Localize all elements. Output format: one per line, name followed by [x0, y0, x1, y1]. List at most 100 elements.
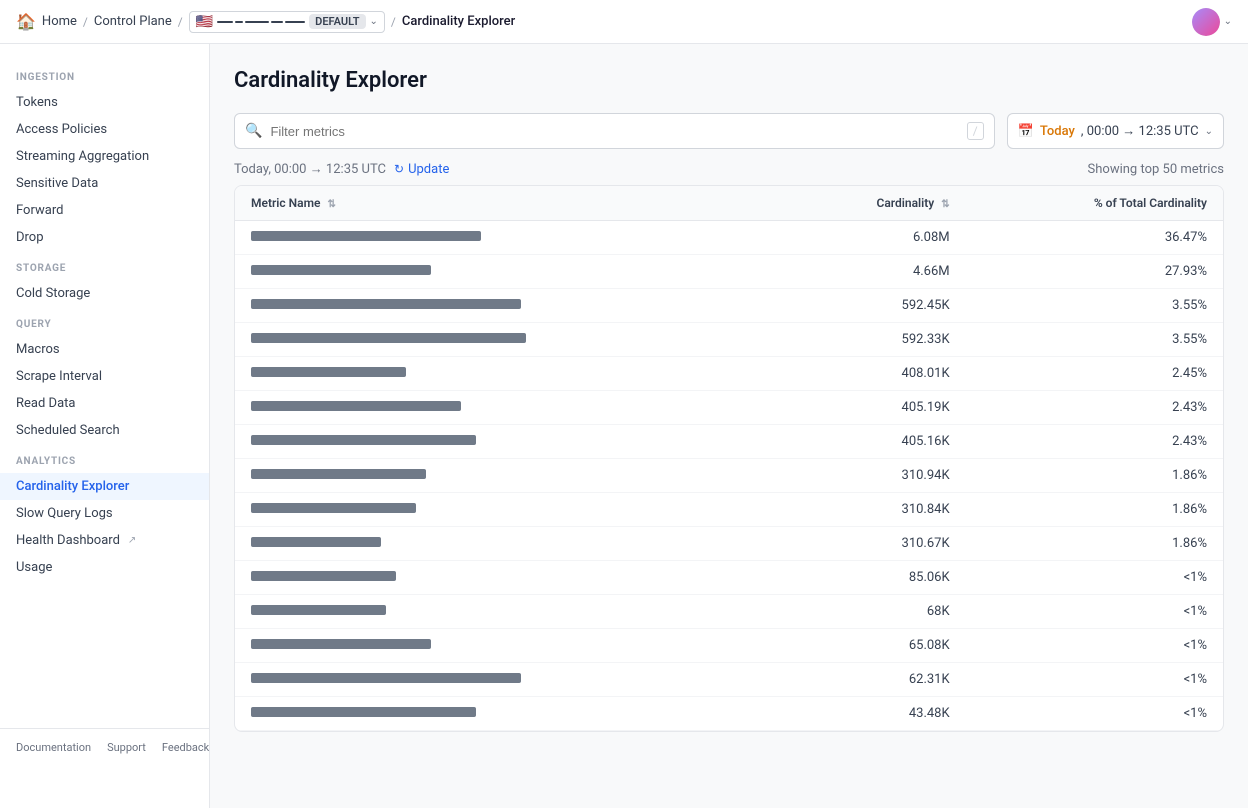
metric-name-cell	[235, 255, 779, 289]
table-row[interactable]: 62.31K<1%	[235, 663, 1223, 697]
col-pct-label: % of Total Cardinality	[1094, 196, 1207, 210]
pct-cell: 2.43%	[966, 391, 1223, 425]
sidebar-item-access-policies[interactable]: Access Policies	[0, 116, 209, 143]
metric-name-redacted	[251, 265, 431, 275]
update-button[interactable]: ↻ Update	[394, 162, 449, 177]
sidebar-item-health-dashboard[interactable]: Health Dashboard↗	[0, 527, 209, 554]
pct-cell: <1%	[966, 595, 1223, 629]
metric-name-cell	[235, 221, 779, 255]
sidebar-item-drop[interactable]: Drop	[0, 224, 209, 251]
pct-cell: <1%	[966, 663, 1223, 697]
sidebar-item-cold-storage[interactable]: Cold Storage	[0, 280, 209, 307]
footer-link-feedback[interactable]: Feedback	[162, 741, 209, 780]
sidebar-item-usage[interactable]: Usage	[0, 554, 209, 581]
external-link-icon: ↗	[128, 535, 136, 546]
avatar-chevron-icon[interactable]: ⌄	[1224, 16, 1232, 27]
cardinality-cell: 310.94K	[779, 459, 965, 493]
info-bar: Today, 00:00 → 12:35 UTC ↻ Update Showin…	[234, 161, 1224, 177]
home-link[interactable]: Home	[42, 14, 77, 29]
sidebar-item-macros[interactable]: Macros	[0, 336, 209, 363]
nav-sep-1: /	[83, 15, 88, 29]
cardinality-cell: 405.19K	[779, 391, 965, 425]
info-bar-left: Today, 00:00 → 12:35 UTC ↻ Update	[234, 161, 449, 177]
col-metric-name[interactable]: Metric Name ⇅	[235, 186, 779, 221]
page-title: Cardinality Explorer	[234, 68, 1224, 93]
cardinality-cell: 43.48K	[779, 697, 965, 731]
metric-name-cell	[235, 323, 779, 357]
metric-name-cell	[235, 595, 779, 629]
metric-name-redacted	[251, 435, 476, 445]
table-row[interactable]: 68K<1%	[235, 595, 1223, 629]
env-selector[interactable]: 🇺🇸 DEFAULT ⌄	[189, 11, 385, 33]
update-label: Update	[408, 162, 449, 177]
metric-name-cell	[235, 629, 779, 663]
calendar-icon: 📅	[1018, 124, 1034, 139]
metric-name-redacted	[251, 367, 406, 377]
table-row[interactable]: 310.94K1.86%	[235, 459, 1223, 493]
current-page-label: Cardinality Explorer	[402, 14, 515, 29]
sidebar-item-scheduled-search[interactable]: Scheduled Search	[0, 417, 209, 444]
table-row[interactable]: 405.16K2.43%	[235, 425, 1223, 459]
sidebar-item-slow-query-logs[interactable]: Slow Query Logs	[0, 500, 209, 527]
search-icon: 🔍	[245, 123, 262, 139]
table-row[interactable]: 4.66M27.93%	[235, 255, 1223, 289]
table-row[interactable]: 310.84K1.86%	[235, 493, 1223, 527]
table-row[interactable]: 405.19K2.43%	[235, 391, 1223, 425]
sidebar-item-streaming-aggregation[interactable]: Streaming Aggregation	[0, 143, 209, 170]
sidebar-item-cardinality-explorer[interactable]: Cardinality Explorer	[0, 473, 209, 500]
metric-name-cell	[235, 357, 779, 391]
sidebar-item-scrape-interval[interactable]: Scrape Interval	[0, 363, 209, 390]
today-label: Today	[1040, 124, 1075, 139]
metric-name-redacted	[251, 673, 521, 683]
metric-name-cell	[235, 459, 779, 493]
table-row[interactable]: 310.67K1.86%	[235, 527, 1223, 561]
table-row[interactable]: 85.06K<1%	[235, 561, 1223, 595]
metric-name-redacted	[251, 639, 431, 649]
filter-input[interactable]	[270, 124, 958, 139]
sidebar-item-forward[interactable]: Forward	[0, 197, 209, 224]
cardinality-cell: 68K	[779, 595, 965, 629]
avatar[interactable]	[1192, 8, 1220, 36]
pct-cell: <1%	[966, 629, 1223, 663]
sidebar-item-read-data[interactable]: Read Data	[0, 390, 209, 417]
sidebar-footer: DocumentationSupportFeedbackLicenses© 20…	[0, 728, 209, 792]
pct-cell: 3.55%	[966, 289, 1223, 323]
table-row[interactable]: 65.08K<1%	[235, 629, 1223, 663]
table-row[interactable]: 6.08M36.47%	[235, 221, 1223, 255]
date-picker[interactable]: 📅 Today , 00:00 → 12:35 UTC ⌄	[1007, 113, 1224, 149]
col-metric-name-label: Metric Name	[251, 196, 320, 210]
control-plane-link[interactable]: Control Plane	[94, 14, 172, 29]
metric-name-redacted	[251, 537, 381, 547]
col-pct-total: % of Total Cardinality	[966, 186, 1223, 221]
sidebar-section-storage: STORAGE	[0, 251, 209, 280]
footer-link-support[interactable]: Support	[107, 741, 146, 780]
table-row[interactable]: 408.01K2.45%	[235, 357, 1223, 391]
cardinality-cell: 6.08M	[779, 221, 965, 255]
cardinality-cell: 405.16K	[779, 425, 965, 459]
table-body: 6.08M36.47%4.66M27.93%592.45K3.55%592.33…	[235, 221, 1223, 731]
metric-name-cell	[235, 391, 779, 425]
pct-cell: 1.86%	[966, 527, 1223, 561]
pct-cell: 27.93%	[966, 255, 1223, 289]
col-cardinality-label: Cardinality	[877, 196, 935, 210]
table-row[interactable]: 592.33K3.55%	[235, 323, 1223, 357]
footer-link-documentation[interactable]: Documentation	[16, 741, 91, 780]
sidebar-item-tokens[interactable]: Tokens	[0, 89, 209, 116]
main-content: Cardinality Explorer 🔍 / 📅 Today , 00:00…	[210, 44, 1248, 808]
metric-name-cell	[235, 527, 779, 561]
metric-name-redacted	[251, 333, 526, 343]
sidebar-section-ingestion: INGESTION	[0, 60, 209, 89]
sidebar: INGESTIONTokensAccess PoliciesStreaming …	[0, 44, 210, 808]
sidebar-item-sensitive-data[interactable]: Sensitive Data	[0, 170, 209, 197]
range-label: Today, 00:00 → 12:35 UTC	[234, 161, 386, 177]
pct-cell: 36.47%	[966, 221, 1223, 255]
metrics-table: Metric Name ⇅ Cardinality ⇅ % of Total C…	[235, 186, 1223, 731]
metrics-table-container: Metric Name ⇅ Cardinality ⇅ % of Total C…	[234, 185, 1224, 732]
table-row[interactable]: 592.45K3.55%	[235, 289, 1223, 323]
filter-input-wrapper: 🔍 /	[234, 113, 995, 149]
table-row[interactable]: 43.48K<1%	[235, 697, 1223, 731]
home-icon: 🏠	[16, 12, 36, 31]
cardinality-cell: 592.33K	[779, 323, 965, 357]
col-cardinality[interactable]: Cardinality ⇅	[779, 186, 965, 221]
metric-name-redacted	[251, 469, 426, 479]
